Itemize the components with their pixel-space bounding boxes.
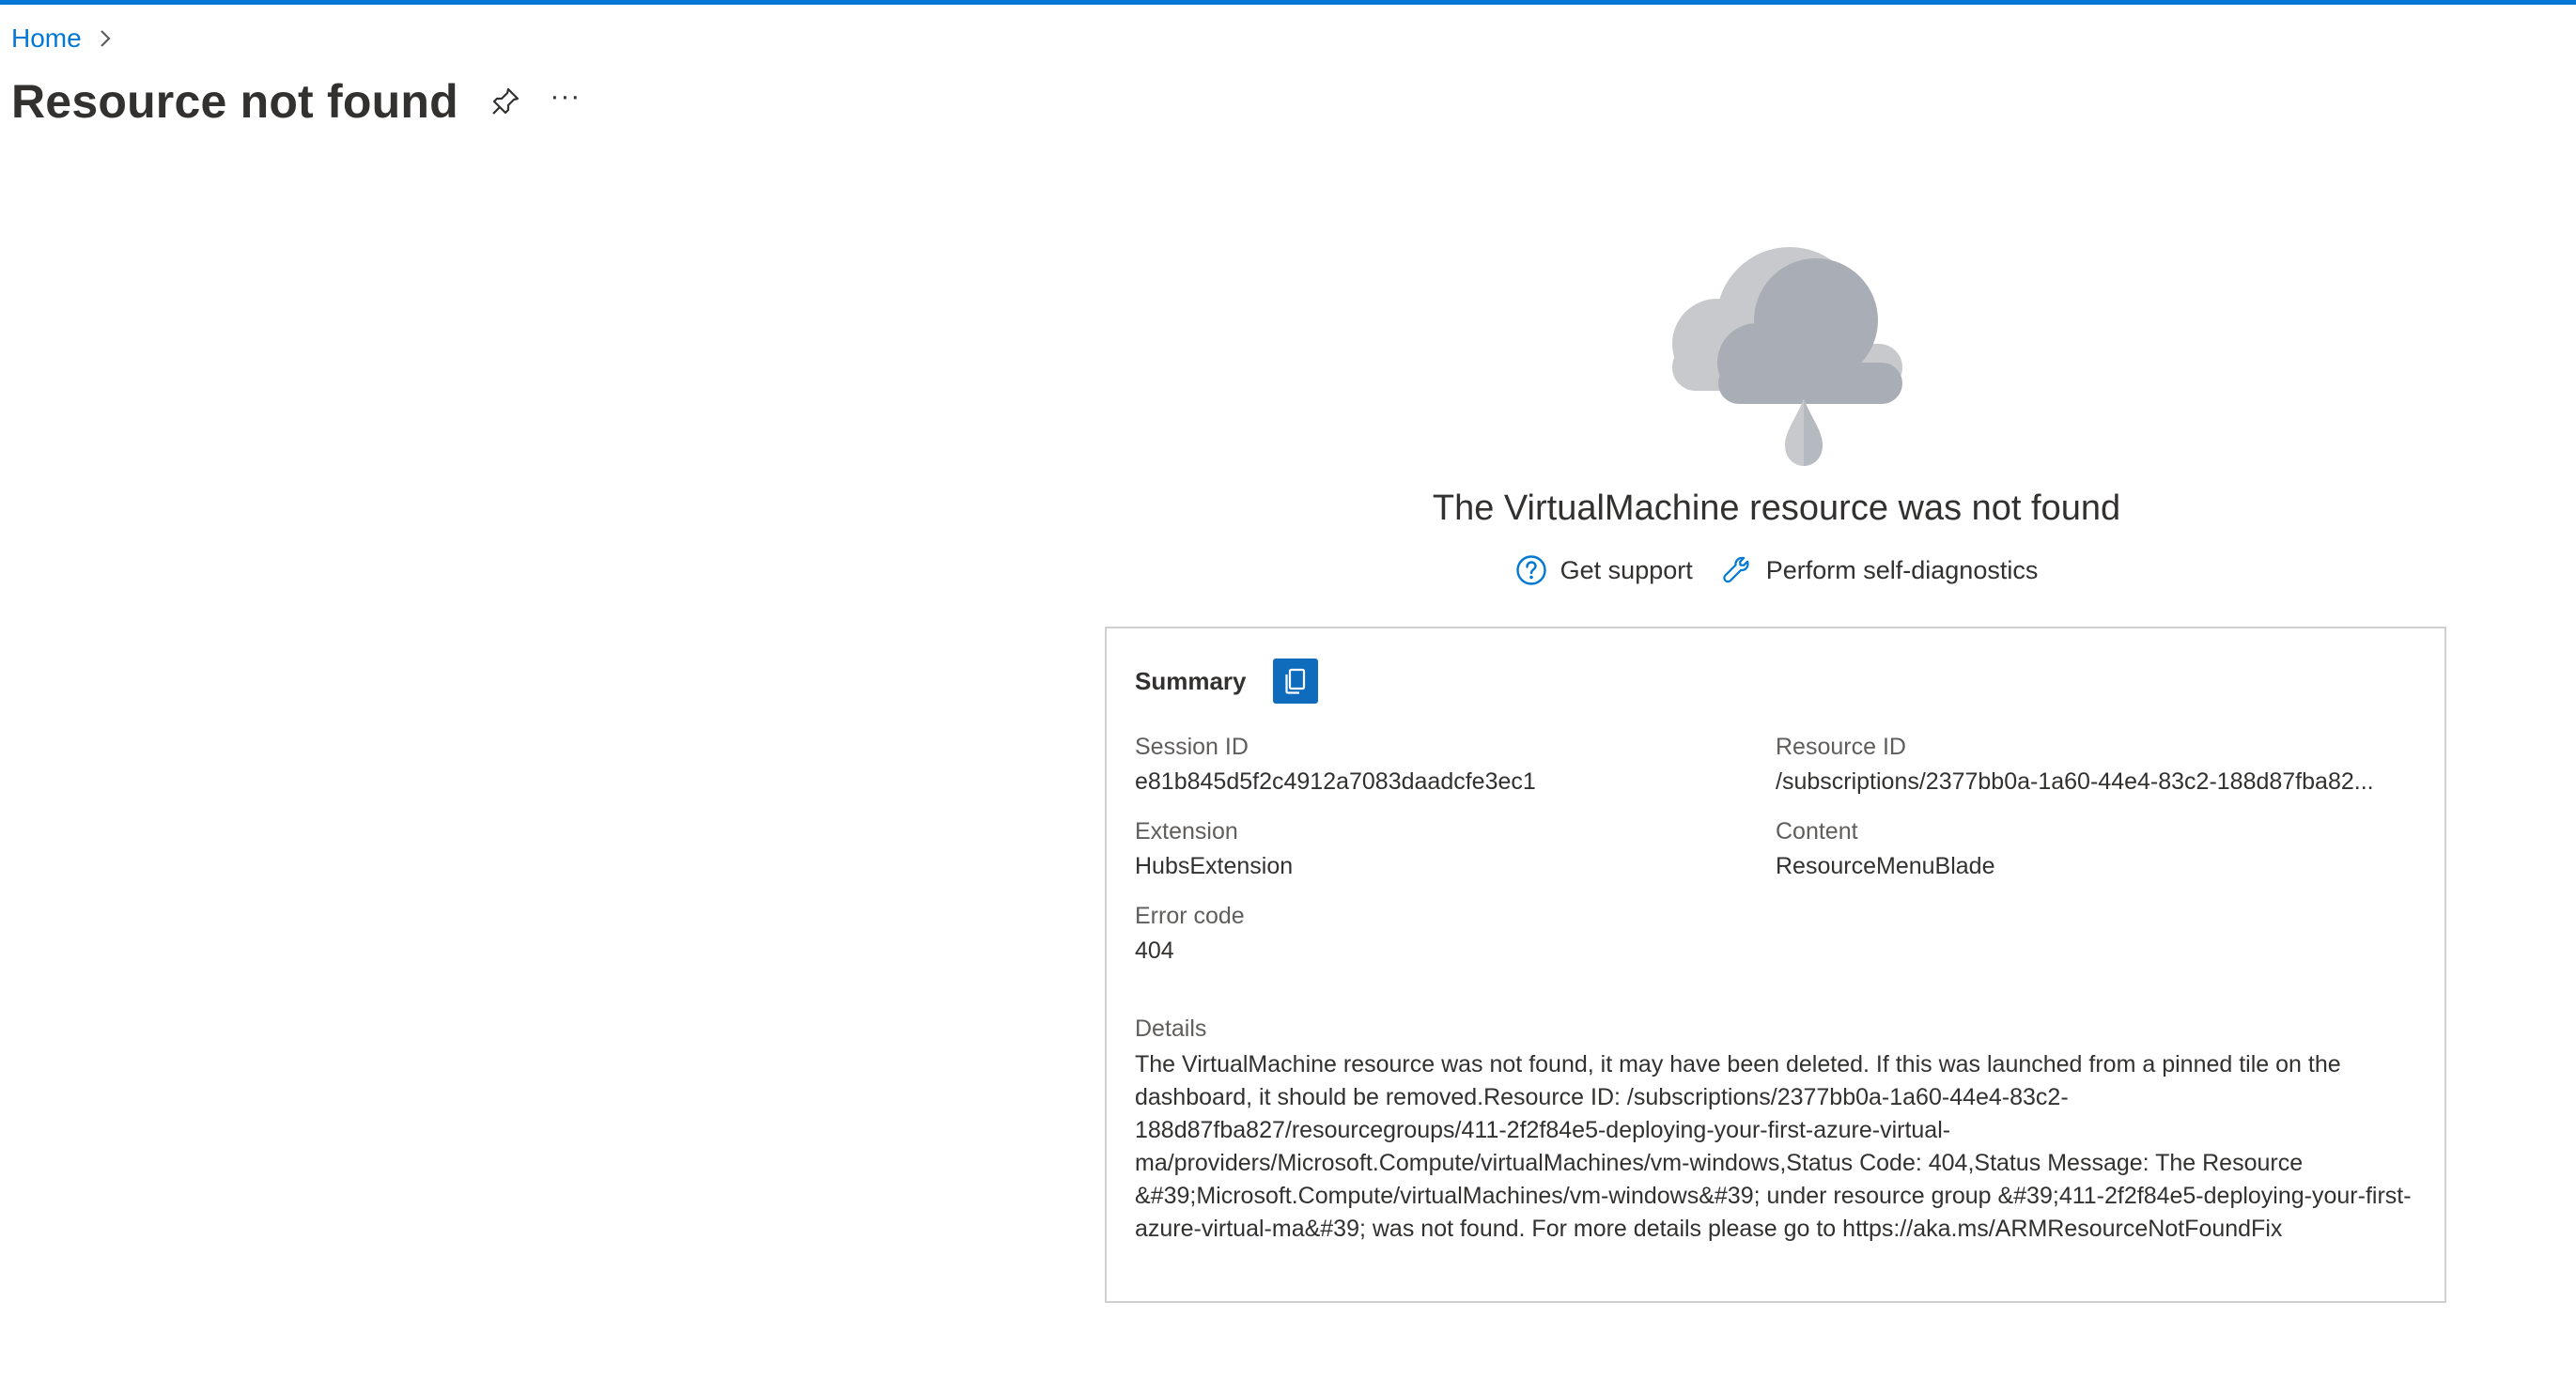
resource-id-field: Resource ID /subscriptions/2377bb0a-1a60… <box>1776 734 2400 796</box>
pin-icon[interactable] <box>487 83 524 120</box>
summary-header: Summary <box>1135 659 1318 704</box>
content-value: ResourceMenuBlade <box>1776 853 1995 879</box>
get-support-label: Get support <box>1560 555 1693 584</box>
error-actions: Get support Perform self-diagnostics <box>1104 554 2449 586</box>
content-label: Content <box>1776 818 1858 845</box>
session-id-value: e81b845d5f2c4912a7083daadcfe3ec1 <box>1135 768 1536 795</box>
self-diagnostics-label: Perform self-diagnostics <box>1765 555 2039 584</box>
copy-icon <box>1284 668 1305 694</box>
resource-id-label: Resource ID <box>1776 734 1906 760</box>
resource-id-value: /subscriptions/2377bb0a-1a60-44e4-83c2-1… <box>1776 768 2374 795</box>
breadcrumb-home-link[interactable]: Home <box>11 23 82 54</box>
top-accent-bar <box>0 0 2576 5</box>
wrench-icon <box>1721 554 1753 586</box>
chevron-right-icon <box>95 28 116 49</box>
breadcrumb: Home <box>11 23 116 54</box>
details-value: The VirtualMachine resource was not foun… <box>1135 1051 2412 1242</box>
extension-field: Extension HubsExtension <box>1135 818 1293 880</box>
page-title: Resource not found <box>11 75 458 128</box>
error-code-value: 404 <box>1135 938 1174 964</box>
get-support-link[interactable]: Get support <box>1515 554 1693 586</box>
details-field: Details The VirtualMachine resource was … <box>1135 1015 2413 1246</box>
details-label: Details <box>1135 1015 1207 1042</box>
page-header: Resource not found ··· <box>11 70 584 133</box>
content-field: Content ResourceMenuBlade <box>1776 818 2400 880</box>
cloud-rain-icon <box>1649 231 1902 475</box>
more-options-button[interactable]: ··· <box>547 78 584 116</box>
self-diagnostics-link[interactable]: Perform self-diagnostics <box>1721 554 2039 586</box>
extension-value: HubsExtension <box>1135 853 1294 879</box>
help-circle-icon <box>1515 554 1547 586</box>
error-code-label: Error code <box>1135 903 1245 929</box>
session-id-field: Session ID e81b845d5f2c4912a7083daadcfe3… <box>1135 734 1536 796</box>
error-heading: The VirtualMachine resource was not foun… <box>1432 488 2121 528</box>
summary-title: Summary <box>1135 666 1247 695</box>
error-code-field: Error code 404 <box>1135 903 1245 965</box>
extension-label: Extension <box>1135 818 1238 845</box>
copy-button[interactable] <box>1272 659 1318 704</box>
summary-panel: Summary Session ID e81b845d5f2c4912a7083… <box>1105 627 2446 1303</box>
session-id-label: Session ID <box>1135 734 1249 760</box>
